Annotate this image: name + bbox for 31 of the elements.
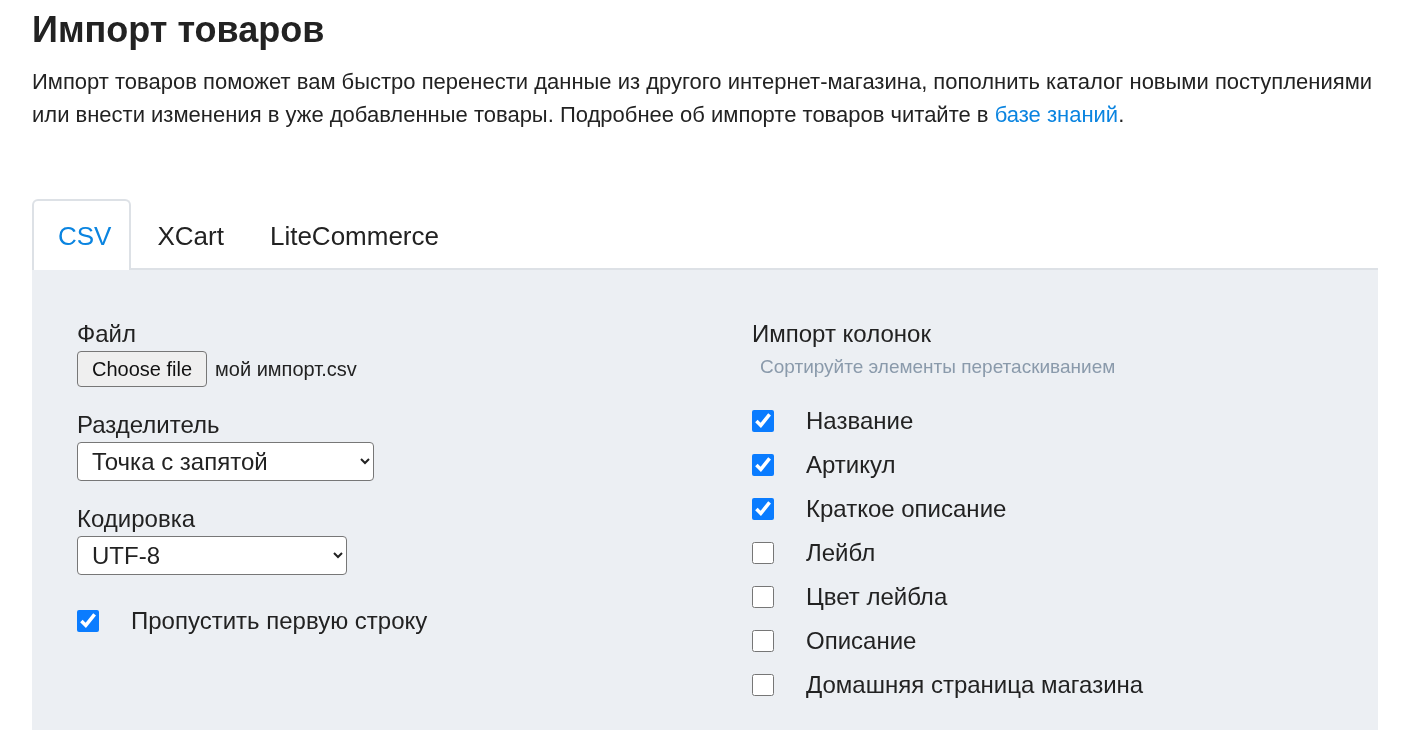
section-title: Импорт колонок — [752, 320, 932, 349]
page-title: Импорт товаров — [32, 8, 326, 52]
checkbox-label: Лейбл — [806, 538, 876, 569]
hint-text: Сортируйте элементы перетаскиванием — [760, 355, 1117, 379]
checkbox[interactable] — [752, 498, 774, 521]
checkbox[interactable] — [752, 454, 774, 477]
checkbox-label: Пропустить первую строку — [131, 605, 428, 636]
tab[interactable]: XCart — [131, 199, 244, 271]
checkbox-label: Домашняя страница магазина — [806, 670, 1144, 701]
checkbox[interactable] — [752, 630, 774, 653]
checkbox-label: Название — [806, 406, 914, 437]
checkbox-label: Цвет лейбла — [806, 582, 948, 613]
checkbox-label: Описание — [806, 626, 917, 657]
choose-file-button[interactable]: Choose file — [77, 351, 208, 387]
dropdown[interactable]: Точка с запятой — [77, 441, 374, 481]
file-name-text: мой импорт.csv — [215, 357, 357, 382]
dropdown[interactable]: UTF-8 — [77, 535, 347, 575]
tab[interactable]: LiteCommerce — [243, 199, 459, 271]
field-label: Кодировка — [77, 504, 197, 534]
field-label: Разделитель — [77, 411, 221, 440]
tab[interactable]: CSV — [32, 199, 132, 271]
knowledge-base-link[interactable]: базе знаний — [994, 102, 1119, 128]
checkbox-label: Артикул — [806, 450, 896, 481]
checkbox[interactable] — [752, 542, 774, 565]
checkbox[interactable] — [752, 674, 774, 697]
checkbox[interactable] — [752, 586, 774, 609]
checkbox-label: Краткое описание — [806, 494, 1007, 525]
description-text: Импорт товаров поможет вам быстро перенести данные из другого интернет-магазина, пополнить каталог новыми поступлениями или внести изменения в уже добавленные товары. Подробнее об импорте товаров читайте в базе знаний. — [32, 68, 1374, 130]
checkbox[interactable] — [77, 609, 99, 632]
checkbox[interactable] — [752, 410, 774, 433]
field-label: Файл — [77, 320, 137, 349]
